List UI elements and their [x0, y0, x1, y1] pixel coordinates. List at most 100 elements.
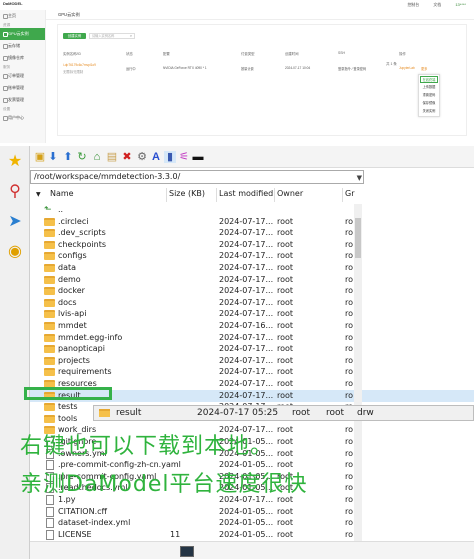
file-group: ro	[345, 216, 354, 226]
list-item[interactable]: data 2024-07-17... root ro	[30, 262, 474, 274]
jupyterlab-link[interactable]: JupyterLab	[399, 66, 415, 70]
delete-icon[interactable]: ✖	[121, 151, 133, 163]
file-modified: 2024-07-17...	[219, 251, 274, 261]
more-link[interactable]: 更多	[421, 66, 427, 71]
column-divider[interactable]	[342, 188, 343, 202]
file-icon	[46, 506, 54, 517]
new-folder-icon[interactable]: ▤	[106, 151, 118, 163]
wand-icon[interactable]: ⚟	[178, 151, 190, 163]
col-size[interactable]: Size (KB)	[169, 189, 205, 198]
screen-icon[interactable]	[180, 546, 194, 557]
chrome-icon[interactable]: ◉	[0, 236, 30, 266]
list-item[interactable]: mmdet.egg-info 2024-07-17... root ro	[30, 332, 474, 344]
file-modified: 2024-01-05...	[219, 529, 274, 539]
list-item[interactable]: .circleci 2024-07-17... root ro	[30, 216, 474, 228]
list-item[interactable]: mmdet 2024-07-16... root ro	[30, 320, 474, 332]
file-name: mmdet	[58, 321, 87, 330]
chevron-down-icon[interactable]: ▼	[357, 172, 362, 184]
create-instance-button[interactable]: 创建实例	[63, 33, 86, 39]
file-owner: root	[277, 309, 294, 319]
file-owner: root	[277, 263, 294, 272]
send-icon[interactable]: ➤	[0, 206, 30, 236]
list-item[interactable]: ⬑..	[30, 204, 474, 216]
menu-item-save-image[interactable]: 保存镜像	[419, 99, 439, 107]
list-item[interactable]: configs 2024-07-17... root ro	[30, 250, 474, 262]
file-group: ro	[345, 228, 354, 238]
instance-sub: 无限制/无限制	[63, 70, 84, 74]
col-owner[interactable]: Owner	[277, 189, 303, 198]
web-console: DaMODEL 控制台 文档 13**** 主页 资源 GPU云实例 云存储 镜…	[0, 0, 474, 143]
rename-icon[interactable]: A	[150, 151, 162, 163]
sidebar-item-gpu[interactable]: GPU云实例	[0, 28, 45, 40]
list-item[interactable]: docs 2024-07-17... root ro	[30, 297, 474, 309]
search-input[interactable]: 请输入实例名称 ⌕	[89, 33, 135, 39]
home-icon[interactable]: ⌂	[91, 151, 103, 163]
brand-logo[interactable]: DaMODEL	[3, 1, 23, 6]
folder-icon	[44, 403, 55, 412]
view-icon[interactable]: ▮	[164, 151, 176, 163]
file-owner: root	[277, 344, 294, 354]
ssh-info[interactable]: 登录指令 / 登录密码	[338, 66, 366, 71]
column-divider[interactable]	[216, 188, 217, 202]
sidebar-item-storage[interactable]: 云存储	[0, 40, 45, 52]
sidebar-item-home[interactable]: 主页	[0, 10, 45, 22]
sidebar-item-bills[interactable]: 账单管理	[0, 82, 45, 94]
download-icon[interactable]: ⬇	[47, 151, 59, 163]
top-link-console[interactable]: 控制台	[407, 2, 419, 8]
file-owner: root	[277, 437, 294, 446]
list-item[interactable]: checkpoints 2024-07-17... root ro	[30, 239, 474, 251]
path-input[interactable]: /root/workspace/mmdetection-3.3.0/ ▼	[30, 170, 364, 184]
list-item[interactable]: CITATION.cff 2024-01-05... root ro	[30, 506, 474, 518]
list-item[interactable]: demo 2024-07-17... root ro	[30, 274, 474, 286]
properties-icon[interactable]: ⚙	[136, 151, 148, 163]
sidebar-item-invoices[interactable]: 发票管理	[0, 94, 45, 106]
folder-up-icon[interactable]: ▣	[34, 151, 46, 163]
column-divider[interactable]	[274, 188, 275, 202]
instance-id[interactable]: i-dp76179c6c7mvpl1o9	[63, 63, 96, 67]
list-item[interactable]: dataset-index.yml 2024-01-05... root ro	[30, 517, 474, 529]
menu-item-reset-password[interactable]: 重置密码	[419, 91, 439, 99]
sidebar-item-user-center[interactable]: 用户中心	[0, 112, 45, 124]
file-group: ro	[345, 309, 354, 319]
col-modified[interactable]: Last modified	[219, 189, 273, 198]
star-icon[interactable]: ★	[0, 146, 30, 176]
status-badge: 运行中	[126, 67, 136, 71]
list-item[interactable]: lvis-api 2024-07-17... root ro	[30, 308, 474, 320]
terminal-icon[interactable]: ▬	[192, 151, 204, 163]
sidebar-item-images[interactable]: 镜像仓库	[0, 52, 45, 64]
file-name: lvis-api	[58, 309, 87, 319]
folder-icon	[44, 298, 55, 307]
column-divider[interactable]	[166, 188, 167, 202]
file-modified: 2024-07-17...	[219, 239, 274, 249]
menu-item-shutdown[interactable]: 关闭实例	[419, 107, 439, 115]
pager: 共 1 条	[386, 62, 397, 66]
scroll-thumb[interactable]	[355, 218, 361, 258]
top-link-user[interactable]: 13****	[455, 2, 466, 8]
menu-item-terminal[interactable]: 在线终端	[420, 76, 438, 83]
file-owner: root	[277, 367, 294, 377]
menu-item-upload[interactable]: 上传数据	[419, 83, 439, 91]
file-modified: 2024-07-17...	[219, 344, 274, 354]
sort-icon[interactable]: ▼	[36, 191, 41, 198]
file-group: ro	[345, 529, 354, 539]
file-owner: root	[277, 274, 294, 284]
col-group[interactable]: Gr	[345, 189, 355, 198]
list-item[interactable]: panopticapi 2024-07-17... root ro	[30, 343, 474, 355]
list-item[interactable]: .dev_scripts 2024-07-17... root ro	[30, 227, 474, 239]
table-row: i-dp76179c6c7mvpl1o9 无限制/无限制 运行中 NVIDIA …	[63, 63, 463, 75]
sidebar-item-orders[interactable]: 订单管理	[0, 70, 45, 82]
parent-folder-icon: ⬑	[44, 205, 52, 215]
list-item[interactable]: LICENSE 11 2024-01-05... root ro	[30, 529, 474, 541]
refresh-icon[interactable]: ↻	[76, 151, 88, 163]
col-name[interactable]: Name	[50, 189, 74, 198]
upload-icon[interactable]: ⬆	[62, 151, 74, 163]
top-link-docs[interactable]: 文档	[433, 2, 441, 8]
usb-icon[interactable]: ⚲	[0, 176, 30, 206]
file-size: 11	[170, 529, 181, 539]
list-item[interactable]: requirements 2024-07-17... root ro	[30, 366, 474, 378]
list-item[interactable]: projects 2024-07-17... root ro	[30, 355, 474, 367]
search-icon[interactable]: ⌕	[130, 34, 132, 39]
col-status: 状态	[126, 52, 133, 56]
scrollbar[interactable]	[354, 204, 362, 550]
list-item[interactable]: docker 2024-07-17... root ro	[30, 285, 474, 297]
